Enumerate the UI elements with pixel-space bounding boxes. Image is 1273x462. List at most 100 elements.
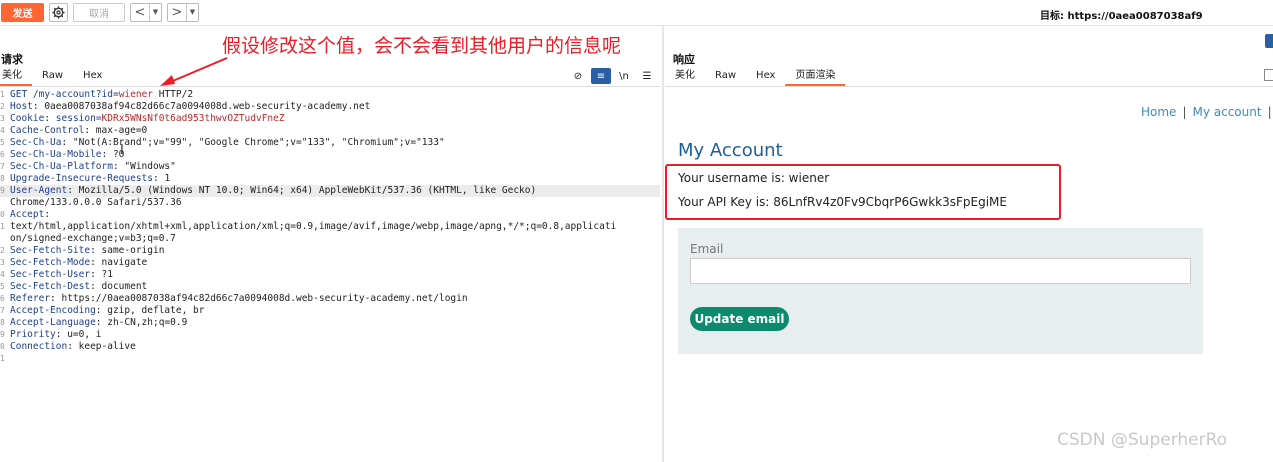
header-value: : ?1 xyxy=(90,269,113,280)
code-line[interactable]: 1 GET /my-account?id=wiener HTTP/2 xyxy=(0,89,660,101)
code-line[interactable]: 9 Priority: u=0, i xyxy=(0,329,660,341)
header-name: Host xyxy=(10,101,33,112)
code-line[interactable]: 9 User-Agent: Mozilla/5.0 (Windows NT 10.… xyxy=(0,185,660,197)
response-tab-hex[interactable]: Hex xyxy=(746,68,785,86)
settings-button[interactable] xyxy=(49,3,68,22)
code-line[interactable]: 7 Accept-Encoding: gzip, deflate, br xyxy=(0,305,660,317)
code-line[interactable]: 8 Upgrade-Insecure-Requests: 1 xyxy=(0,173,660,185)
code-line[interactable]: 6 Sec-Ch-Ua-Mobile: ?0 xyxy=(0,149,660,161)
code-line[interactable]: 7 Sec-Ch-Ua-Platform: "Windows" xyxy=(0,161,660,173)
wrap-icon[interactable]: ≡ xyxy=(591,68,611,84)
header-value: : u=0, i xyxy=(55,329,102,340)
header-value: Chrome/133.0.0.0 Safari/537.36 xyxy=(10,197,182,208)
update-email-button[interactable]: Update email xyxy=(690,307,789,331)
header-name: Sec-Ch-Ua-Platform xyxy=(10,161,113,172)
code-line[interactable]: 0 Accept: xyxy=(0,209,660,221)
nav-home-link[interactable]: Home xyxy=(1141,105,1176,119)
line-number: 8 xyxy=(0,318,5,327)
header-value: : max-age=0 xyxy=(84,125,148,136)
header-value: : 1 xyxy=(153,173,171,184)
code-line[interactable]: 3 Sec-Fetch-Mode: navigate xyxy=(0,257,660,269)
code-line[interactable]: 8 Accept-Language: zh-CN,zh;q=0.9 xyxy=(0,317,660,329)
email-form: Email Update email xyxy=(678,228,1203,354)
code-text: Sec-Fetch-Dest: document xyxy=(10,281,147,293)
header-value: : navigate xyxy=(90,257,148,268)
code-line[interactable]: Chrome/133.0.0.0 Safari/537.36 xyxy=(0,197,660,209)
code-text: GET /my-account?id=wiener HTTP/2 xyxy=(10,89,193,101)
line-number xyxy=(0,365,10,377)
nav-separator: | xyxy=(1182,105,1187,119)
header-name: Sec-Fetch-Mode xyxy=(10,257,91,268)
line-number: 3 xyxy=(0,114,5,123)
request-editor[interactable]: 1 GET /my-account?id=wiener HTTP/2 2 Host: … xyxy=(0,89,660,377)
panel-menu-icon[interactable] xyxy=(1264,69,1273,81)
header-value: : same-origin xyxy=(90,245,165,256)
line-number: 5 xyxy=(0,282,5,291)
code-text: User-Agent: Mozilla/5.0 (Windows NT 10.0… xyxy=(10,185,536,197)
request-tab-hex[interactable]: Hex xyxy=(73,68,112,86)
layout-toggle-icon[interactable] xyxy=(1265,34,1273,48)
code-line[interactable]: 0 Connection: keep-alive xyxy=(0,341,660,353)
request-tabs: 美化 Raw Hex xyxy=(0,68,112,86)
code-line[interactable]: 2 Sec-Fetch-Site: same-origin xyxy=(0,245,660,257)
newline-icon[interactable]: \n xyxy=(614,68,634,84)
line-number: 9 xyxy=(0,330,5,339)
code-line[interactable]: 2 Host: 0aea0087038af94c82d66c7a0094008d.… xyxy=(0,101,660,113)
code-text: Sec-Fetch-User: ?1 xyxy=(10,269,113,281)
response-tab-render[interactable]: 页面渲染 xyxy=(785,68,846,86)
line-number: 9 xyxy=(0,186,5,195)
line-number xyxy=(0,197,10,209)
header-value: : zh-CN,zh;q=0.9 xyxy=(95,317,188,328)
cancel-button[interactable]: 取消 xyxy=(73,3,125,22)
code-line[interactable]: 5 Sec-Fetch-Dest: document xyxy=(0,281,660,293)
response-tab-raw[interactable]: Raw xyxy=(705,68,746,86)
code-line[interactable]: 5 Sec-Ch-Ua: "Not(A:Brand";v="99", "Googl… xyxy=(0,137,660,149)
code-line[interactable]: 1 text/html,application/xhtml+xml,applica… xyxy=(0,221,660,233)
send-button[interactable]: 发送 xyxy=(1,3,44,22)
page-title: My Account xyxy=(678,140,783,161)
code-line[interactable]: 1 xyxy=(0,353,660,365)
line-number: 2 xyxy=(0,102,5,111)
target-url[interactable]: 目标: https://0aea0087038af9 xyxy=(1040,7,1203,22)
code-text: Accept: xyxy=(10,209,50,221)
header-value: : "Not(A:Brand";v="99", "Google Chrome";… xyxy=(61,137,445,148)
header-name: Sec-Fetch-Dest xyxy=(10,281,91,292)
pane-splitter[interactable] xyxy=(662,26,664,462)
nav-separator: | xyxy=(1267,105,1272,119)
back-dropdown-icon[interactable]: ▼ xyxy=(149,4,161,21)
hide-icon[interactable]: ⊘ xyxy=(568,68,588,84)
code-line[interactable]: 4 Sec-Fetch-User: ?1 xyxy=(0,269,660,281)
highlight-box xyxy=(665,164,1061,220)
watermark: CSDN @SuperherRo xyxy=(1057,430,1228,450)
header-name: User-Agent xyxy=(10,185,68,196)
header-name: Accept-Language xyxy=(10,317,96,328)
forward-dropdown-icon[interactable]: ▼ xyxy=(186,4,198,21)
header-value: text/html,application/xhtml+xml,applicat… xyxy=(10,221,617,232)
code-line[interactable]: 6 Referer: https://0aea0087038af94c82d66c… xyxy=(0,293,660,305)
header-name: Upgrade-Insecure-Requests xyxy=(10,173,153,184)
code-text: Accept-Language: zh-CN,zh;q=0.9 xyxy=(10,317,187,329)
forward-button[interactable]: > xyxy=(168,4,186,21)
menu-icon[interactable]: ☰ xyxy=(637,68,657,84)
header-value: : keep-alive xyxy=(67,341,136,352)
header-name: Connection xyxy=(10,341,68,352)
code-line[interactable]: 3 Cookie: session=KDRx5WNsNf0t6ad953thwvO… xyxy=(0,113,660,125)
code-line[interactable]: 4 Cache-Control: max-age=0 xyxy=(0,125,660,137)
gear-icon xyxy=(52,6,65,19)
header-name: Sec-Fetch-User xyxy=(10,269,91,280)
request-tab-raw[interactable]: Raw xyxy=(32,68,73,86)
code-text: Cache-Control: max-age=0 xyxy=(10,125,147,137)
nav-my-account-link[interactable]: My account xyxy=(1192,105,1261,119)
back-button[interactable]: < xyxy=(131,4,149,21)
header-name: Accept xyxy=(10,209,45,220)
response-tab-pretty[interactable]: 美化 xyxy=(665,68,705,86)
email-label: Email xyxy=(690,242,724,256)
code-line[interactable]: on/signed-exchange;v=b3;q=0.7 xyxy=(0,233,660,245)
request-tab-pretty[interactable]: 美化 xyxy=(0,68,32,86)
code-line[interactable] xyxy=(0,365,660,377)
header-value: : xyxy=(44,209,51,220)
forward-nav-group: > ▼ xyxy=(167,3,199,22)
email-field[interactable] xyxy=(690,258,1191,284)
header-name: Sec-Ch-Ua xyxy=(10,137,62,148)
code-text: Chrome/133.0.0.0 Safari/537.36 xyxy=(10,197,182,209)
